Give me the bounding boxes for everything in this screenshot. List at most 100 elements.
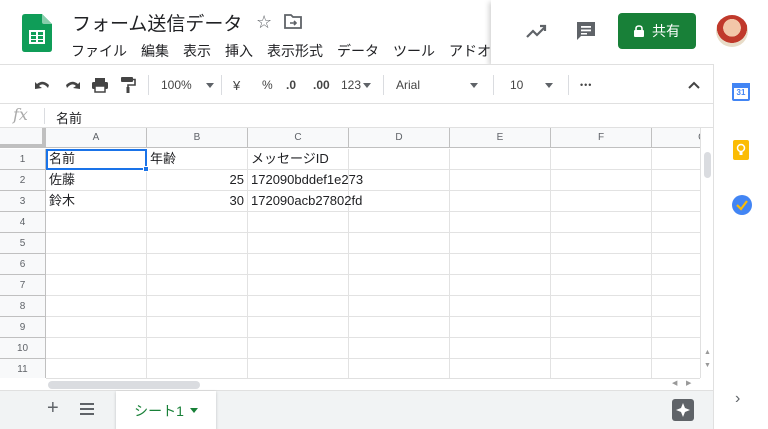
menu-tools[interactable]: ツール (393, 41, 435, 61)
cell-f10[interactable] (551, 338, 652, 359)
menu-addons[interactable]: アドオ (449, 41, 491, 61)
cell-a8[interactable] (46, 296, 147, 317)
column-header-a[interactable]: A (46, 128, 147, 148)
activity-trend-icon[interactable] (525, 22, 547, 40)
print-icon[interactable] (91, 65, 109, 105)
fill-handle[interactable] (143, 166, 149, 172)
cell-d8[interactable] (349, 296, 450, 317)
row-header-2[interactable]: 2 (0, 170, 46, 191)
column-header-g[interactable]: G (652, 128, 700, 148)
comment-icon[interactable] (575, 20, 597, 42)
row-header-10[interactable]: 10 (0, 338, 46, 359)
menu-view[interactable]: 表示 (183, 41, 211, 61)
scroll-right-arrow-icon[interactable]: ▶ (686, 379, 691, 387)
cell-d6[interactable] (349, 254, 450, 275)
cell-g4[interactable] (652, 212, 700, 233)
tasks-icon[interactable] (732, 195, 752, 215)
cell-f5[interactable] (551, 233, 652, 254)
cell-a3[interactable]: 鈴木 (46, 191, 147, 212)
cell-g8[interactable] (652, 296, 700, 317)
cell-b7[interactable] (147, 275, 248, 296)
horizontal-scrollbar[interactable]: ◀ ▶ (46, 378, 700, 390)
cell-a9[interactable] (46, 317, 147, 338)
cell-f11[interactable] (551, 359, 652, 378)
column-header-b[interactable]: B (147, 128, 248, 148)
cell-g1[interactable] (652, 149, 700, 170)
cell-a11[interactable] (46, 359, 147, 378)
cell-c4[interactable] (248, 212, 349, 233)
cell-e5[interactable] (450, 233, 551, 254)
cell-b10[interactable] (147, 338, 248, 359)
cell-c5[interactable] (248, 233, 349, 254)
cell-e6[interactable] (450, 254, 551, 275)
cell-f6[interactable] (551, 254, 652, 275)
cell-c11[interactable] (248, 359, 349, 378)
cell-a5[interactable] (46, 233, 147, 254)
column-header-d[interactable]: D (349, 128, 450, 148)
keep-icon[interactable] (733, 140, 749, 160)
percent-format-button[interactable]: % (262, 65, 273, 105)
zoom-select[interactable]: 100% (161, 65, 214, 105)
cell-f7[interactable] (551, 275, 652, 296)
column-header-e[interactable]: E (450, 128, 551, 148)
cell-e10[interactable] (450, 338, 551, 359)
cell-c7[interactable] (248, 275, 349, 296)
sheet-tab-dropdown-icon[interactable] (189, 408, 198, 413)
horizontal-scroll-thumb[interactable] (48, 381, 200, 389)
row-header-4[interactable]: 4 (0, 212, 46, 233)
menu-data[interactable]: データ (337, 41, 379, 61)
cell-f8[interactable] (551, 296, 652, 317)
cell-b3[interactable]: 30 (147, 191, 248, 212)
explore-icon[interactable] (672, 399, 694, 421)
cell-g6[interactable] (652, 254, 700, 275)
row-header-1[interactable]: 1 (0, 149, 46, 170)
cell-f2[interactable] (551, 170, 652, 191)
menu-edit[interactable]: 編集 (141, 41, 169, 61)
sheets-logo-icon[interactable] (22, 14, 52, 52)
cell-f4[interactable] (551, 212, 652, 233)
cell-d5[interactable] (349, 233, 450, 254)
cell-c1[interactable]: メッセージID (248, 149, 349, 170)
increase-decimal-button[interactable]: .00 (313, 65, 330, 105)
more-options-icon[interactable]: ••• (580, 65, 592, 105)
column-header-f[interactable]: F (551, 128, 652, 148)
menu-file[interactable]: ファイル (71, 41, 127, 61)
cell-a2[interactable]: 佐藤 (46, 170, 147, 191)
row-header-6[interactable]: 6 (0, 254, 46, 275)
star-icon[interactable]: ☆ (256, 12, 272, 33)
redo-icon[interactable] (63, 65, 81, 105)
vertical-scroll-thumb[interactable] (704, 152, 711, 178)
expand-side-panel-icon[interactable]: › (735, 390, 740, 408)
decrease-decimal-button[interactable]: .0 (286, 65, 296, 105)
cell-e7[interactable] (450, 275, 551, 296)
share-button[interactable]: 共有 (618, 13, 696, 49)
cell-e11[interactable] (450, 359, 551, 378)
cell-a4[interactable] (46, 212, 147, 233)
cell-e4[interactable] (450, 212, 551, 233)
cell-d4[interactable] (349, 212, 450, 233)
formula-input[interactable]: 名前 (56, 108, 82, 127)
cell-g11[interactable] (652, 359, 700, 378)
cell-b2[interactable]: 25 (147, 170, 248, 191)
column-header-c[interactable]: C (248, 128, 349, 148)
more-formats-select[interactable]: 123 (341, 65, 372, 105)
cell-e8[interactable] (450, 296, 551, 317)
font-select[interactable]: Arial (396, 65, 479, 105)
undo-icon[interactable] (34, 65, 52, 105)
cell-g5[interactable] (652, 233, 700, 254)
cell-g3[interactable] (652, 191, 700, 212)
cell-c9[interactable] (248, 317, 349, 338)
cell-b1[interactable]: 年齢 (147, 149, 248, 170)
cell-d10[interactable] (349, 338, 450, 359)
sheet-tab[interactable]: シート1 (116, 391, 216, 429)
font-size-select[interactable]: 10 (510, 65, 554, 105)
cell-f3[interactable] (551, 191, 652, 212)
cell-f9[interactable] (551, 317, 652, 338)
cell-d3[interactable] (349, 191, 450, 212)
move-to-folder-icon[interactable] (284, 13, 302, 29)
add-sheet-icon[interactable]: + (47, 397, 59, 420)
cell-d7[interactable] (349, 275, 450, 296)
cell-f1[interactable] (551, 149, 652, 170)
cell-g9[interactable] (652, 317, 700, 338)
cell-a7[interactable] (46, 275, 147, 296)
